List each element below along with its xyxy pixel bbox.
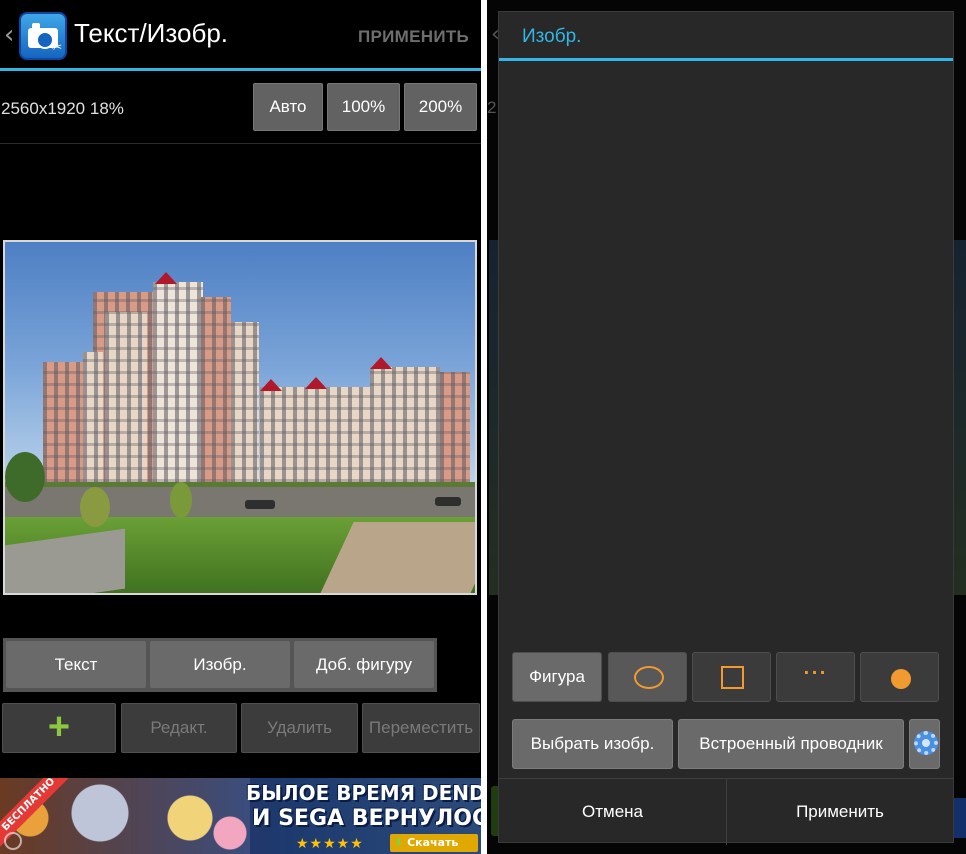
image-dialog-screen: ‹ 2 Изобр. Фигура ··· Выбрать изобр. Вст… [487,0,966,854]
dimmed-resolution-fragment: 2 [487,98,497,117]
delete-button[interactable]: Удалить [241,703,358,753]
dialog-title: Изобр. [522,26,582,47]
settings-button[interactable] [909,719,940,769]
download-arrow-icon: ⬇ [394,836,404,849]
photo-canvas[interactable] [3,240,477,595]
play-icon [4,832,22,850]
ad-banner[interactable]: БЕСПЛАТНО БЫЛОЕ ВРЕМЯ DENDY И SEGA ВЕРНУ… [0,778,481,854]
ad-headline-2: И SEGA ВЕРНУЛОСЬ! [252,806,481,831]
shape-filled-circle-button[interactable] [860,652,939,702]
shape-ellipse-button[interactable] [608,652,687,702]
screen-title: Текст/Изобр. [74,18,229,48]
zoom-bar: 2560x1920 18% Авто 100% 200% [0,71,481,144]
tab-add-shape[interactable]: Доб. фигуру [294,641,434,688]
pick-image-button[interactable]: Выбрать изобр. [512,719,673,769]
square-outline-icon [721,666,744,689]
shape-dots-button[interactable]: ··· [776,652,855,702]
edit-button[interactable]: Редакт. [121,703,237,753]
add-button[interactable]: + [2,703,116,753]
ad-headline-1: БЫЛОЕ ВРЕМЯ DENDY [246,781,481,805]
action-bar: ‹ ✂ Текст/Изобр. ПРИМЕНИТЬ [0,0,481,70]
cancel-button[interactable]: Отмена [499,779,726,845]
zoom-100-button[interactable]: 100% [327,83,400,131]
app-camera-icon[interactable]: ✂ [19,12,67,60]
building-photo [5,242,475,593]
apply-button[interactable]: Применить [727,779,953,845]
gear-icon [914,731,938,755]
shape-selector: Фигура ··· [512,652,942,702]
shape-label-button[interactable]: Фигура [512,652,602,702]
editor-screen: ‹ ✂ Текст/Изобр. ПРИМЕНИТЬ 2560x1920 18%… [0,0,481,854]
ad-rating-stars: ★★★★★ [296,836,364,852]
ad-download-button[interactable]: ⬇ Скачать [390,834,478,852]
mode-tabs: Текст Изобр. Доб. фигуру [3,638,437,692]
back-chevron-icon[interactable]: ‹ [4,20,14,50]
image-dialog: Изобр. Фигура ··· Выбрать изобр. Встроен… [498,11,954,845]
ad-download-label: Скачать [407,836,459,849]
resolution-text: 2560x1920 18% [1,99,124,118]
zoom-auto-button[interactable]: Авто [253,83,323,131]
dots-icon: ··· [803,663,828,682]
dialog-footer: Отмена Применить [499,778,953,845]
builtin-browser-button[interactable]: Встроенный проводник [678,719,904,769]
move-button[interactable]: Переместить [362,703,480,753]
tab-text[interactable]: Текст [6,641,146,688]
tab-image[interactable]: Изобр. [150,641,290,688]
apply-top-button[interactable]: ПРИМЕНИТЬ [358,27,469,47]
object-actions: + Редакт. Удалить Переместить [0,703,481,753]
image-source-row: Выбрать изобр. Встроенный проводник [512,719,942,769]
plus-icon: + [47,706,71,748]
filled-circle-icon [891,669,911,689]
shape-square-button[interactable] [692,652,771,702]
zoom-200-button[interactable]: 200% [404,83,477,131]
dialog-title-divider [499,58,953,61]
dimmed-ad-fragment [952,798,966,838]
ellipse-outline-icon [634,666,664,689]
